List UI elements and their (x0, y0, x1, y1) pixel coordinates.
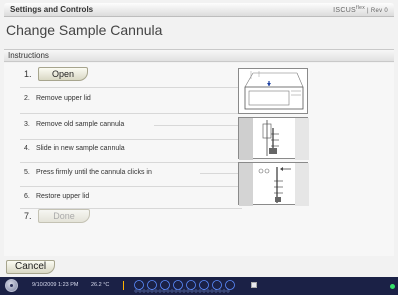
step-number: 7. (24, 211, 32, 221)
step-4: 4. Slide in new sample cannula (24, 145, 125, 152)
tray-indicator-icon (134, 280, 235, 293)
status-divider (123, 281, 124, 290)
step-label: Slide in new sample cannula (35, 145, 125, 152)
brand-label: ISCUSflex | Rev 0 (333, 5, 388, 14)
cannula-press-drawing (239, 163, 309, 206)
brand-superscript: flex (356, 5, 366, 11)
step-label: Remove upper lid (35, 95, 91, 102)
instructions-panel: 1. Open 2. Remove upper lid 3. Remove ol… (4, 63, 394, 256)
status-led-icon (390, 284, 395, 289)
step-6: 6. Restore upper lid (24, 193, 89, 200)
page-title: Change Sample Cannula (6, 22, 163, 38)
step-number: 4. (24, 145, 30, 152)
step-3: 3. Remove old sample cannula (24, 121, 124, 128)
step-5: 5. Press firmly until the cannula clicks… (24, 169, 152, 176)
revision-label: Rev 0 (370, 8, 388, 14)
cancel-button[interactable]: Cancel (6, 260, 56, 274)
step-label: Restore upper lid (35, 193, 90, 200)
screen: Settings and Controls ISCUSflex | Rev 0 … (0, 0, 398, 295)
title-bar: Settings and Controls ISCUSflex | Rev 0 (4, 3, 394, 17)
lid-open-drawing (244, 71, 304, 110)
done-button[interactable]: Done (38, 209, 90, 223)
step-1: 1. (24, 69, 34, 79)
step-number: 5. (24, 169, 30, 176)
cannula-remove-illustration (238, 117, 309, 160)
window-title: Settings and Controls (10, 5, 94, 14)
connector-line (154, 125, 242, 126)
step-number: 6. (24, 193, 30, 200)
instructions-header: Instructions (4, 49, 394, 62)
divider (20, 139, 242, 140)
divider (20, 186, 242, 187)
status-bar: 9/10/2009 1:23 PM 26.2 °C (0, 277, 398, 295)
divider (20, 162, 242, 163)
status-temperature: 26.2 °C (91, 282, 110, 288)
status-datetime: 9/10/2009 1:23 PM (32, 282, 79, 288)
step-7: 7. (24, 211, 34, 221)
step-number: 3. (24, 121, 30, 128)
message-icon[interactable] (251, 282, 257, 288)
step-label: Remove old sample cannula (35, 121, 125, 128)
connector-line (200, 173, 242, 174)
open-button[interactable]: Open (38, 67, 88, 81)
divider (20, 87, 242, 88)
step-number: 1. (24, 69, 32, 79)
step-2: 2. Remove upper lid (24, 95, 91, 102)
brand-name: ISCUS (333, 7, 357, 14)
step-label: Press firmly until the cannula clicks in (35, 169, 152, 176)
cannula-remove-drawing (239, 118, 309, 160)
instructions-label: Instructions (8, 51, 49, 60)
step-number: 2. (24, 95, 30, 102)
divider (20, 113, 242, 114)
lid-open-illustration (238, 68, 308, 114)
cannula-press-illustration (238, 162, 309, 206)
power-icon[interactable] (5, 279, 18, 292)
